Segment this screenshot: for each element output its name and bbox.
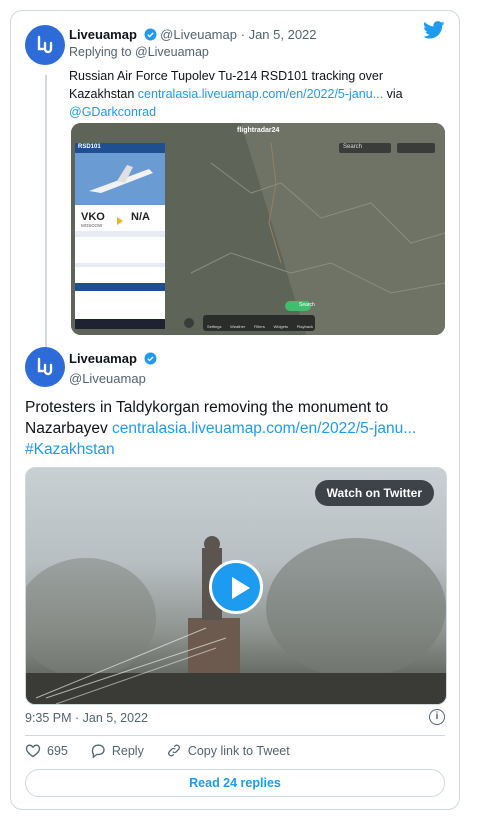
map-tab-weather[interactable]: Weather [230,324,245,329]
author-header: Liveuamap @Liveuamap [69,350,157,386]
origin-code: VKO [81,211,105,223]
play-icon[interactable] [209,560,263,614]
reply-label: Reply [111,743,144,758]
hashtag-link[interactable]: #Kazakhstan [25,441,115,458]
replying-prefix: Replying to [69,45,136,59]
quoted-date[interactable]: Jan 5, 2022 [249,27,317,42]
map-tab-settings[interactable]: Settings [207,324,221,329]
liveuamap-logo-icon [37,357,53,376]
replying-to: Replying to @Liveuamap [69,45,209,59]
tweet-timestamp[interactable]: 9:35 PM · Jan 5, 2022 [25,711,148,725]
replying-handle[interactable]: @Liveuamap [135,45,209,59]
tweet-link[interactable]: centralasia.liveuamap.com/en/2022/5-janu… [112,420,416,437]
heart-icon [25,744,41,758]
liveuamap-logo-icon [37,35,53,54]
dot-separator: · [240,27,245,42]
verified-badge-icon [144,352,157,365]
map-illustration [71,123,445,335]
copy-link-action[interactable]: Copy link to Tweet [166,743,290,758]
like-count: 695 [47,743,68,758]
map-search[interactable]: Search [343,144,362,150]
flight-code: RSD101 [78,144,101,150]
quoted-author-handle[interactable]: @Liveuamap [160,27,237,42]
map-brand: flightradar24 [237,127,280,134]
author-avatar[interactable] [25,347,65,387]
reply-bubble-icon [91,744,105,758]
author-handle[interactable]: @Liveuamap [69,371,157,386]
quoted-tweet-text: Russian Air Force Tupolev Tu-214 RSD101 … [69,67,429,121]
link-icon [167,744,180,757]
tweet-actions: 695 Reply Copy link to Tweet [25,743,312,758]
read-replies-button[interactable]: Read 24 replies [25,769,445,797]
verified-badge-icon [144,28,157,41]
twitter-bird-icon[interactable] [423,21,445,39]
thread-connector [45,75,47,347]
video-player[interactable]: Watch on Twitter [25,467,447,705]
embedded-tweet-card: Liveuamap @Liveuamap · Jan 5, 2022 Reply… [10,10,460,810]
reply-action[interactable]: Reply [90,743,144,758]
map-tab-filters[interactable]: Filters [254,324,265,329]
map-tab-playback[interactable]: Playback [297,324,313,329]
watch-on-twitter-button[interactable]: Watch on Twitter [314,480,434,506]
quoted-text-part2: via [383,87,403,101]
origin-city: MOSCOW [81,223,103,228]
quoted-author-name[interactable]: Liveuamap [69,27,137,42]
map-tabs: Settings Weather Filters Widgets Playbac… [207,324,313,329]
map-action-label[interactable]: Search [299,302,315,308]
flight-map-image[interactable]: flightradar24 RSD101 Search VKO N/A MOSC… [71,123,445,335]
actions-divider [25,735,445,736]
copy-link-label: Copy link to Tweet [187,743,290,758]
like-action[interactable]: 695 [25,743,68,758]
destination-code: N/A [131,211,150,223]
info-icon[interactable]: i [429,709,445,725]
quoted-link[interactable]: centralasia.liveuamap.com/en/2022/5-janu… [138,87,383,101]
map-tab-widgets[interactable]: Widgets [274,324,288,329]
author-name[interactable]: Liveuamap [69,351,137,366]
quoted-header: Liveuamap @Liveuamap · Jan 5, 2022 [69,27,317,42]
quoted-avatar[interactable] [25,25,65,65]
quoted-mention[interactable]: @GDarkconrad [69,105,156,119]
tweet-text: Protesters in Taldykorgan removing the m… [25,397,445,460]
